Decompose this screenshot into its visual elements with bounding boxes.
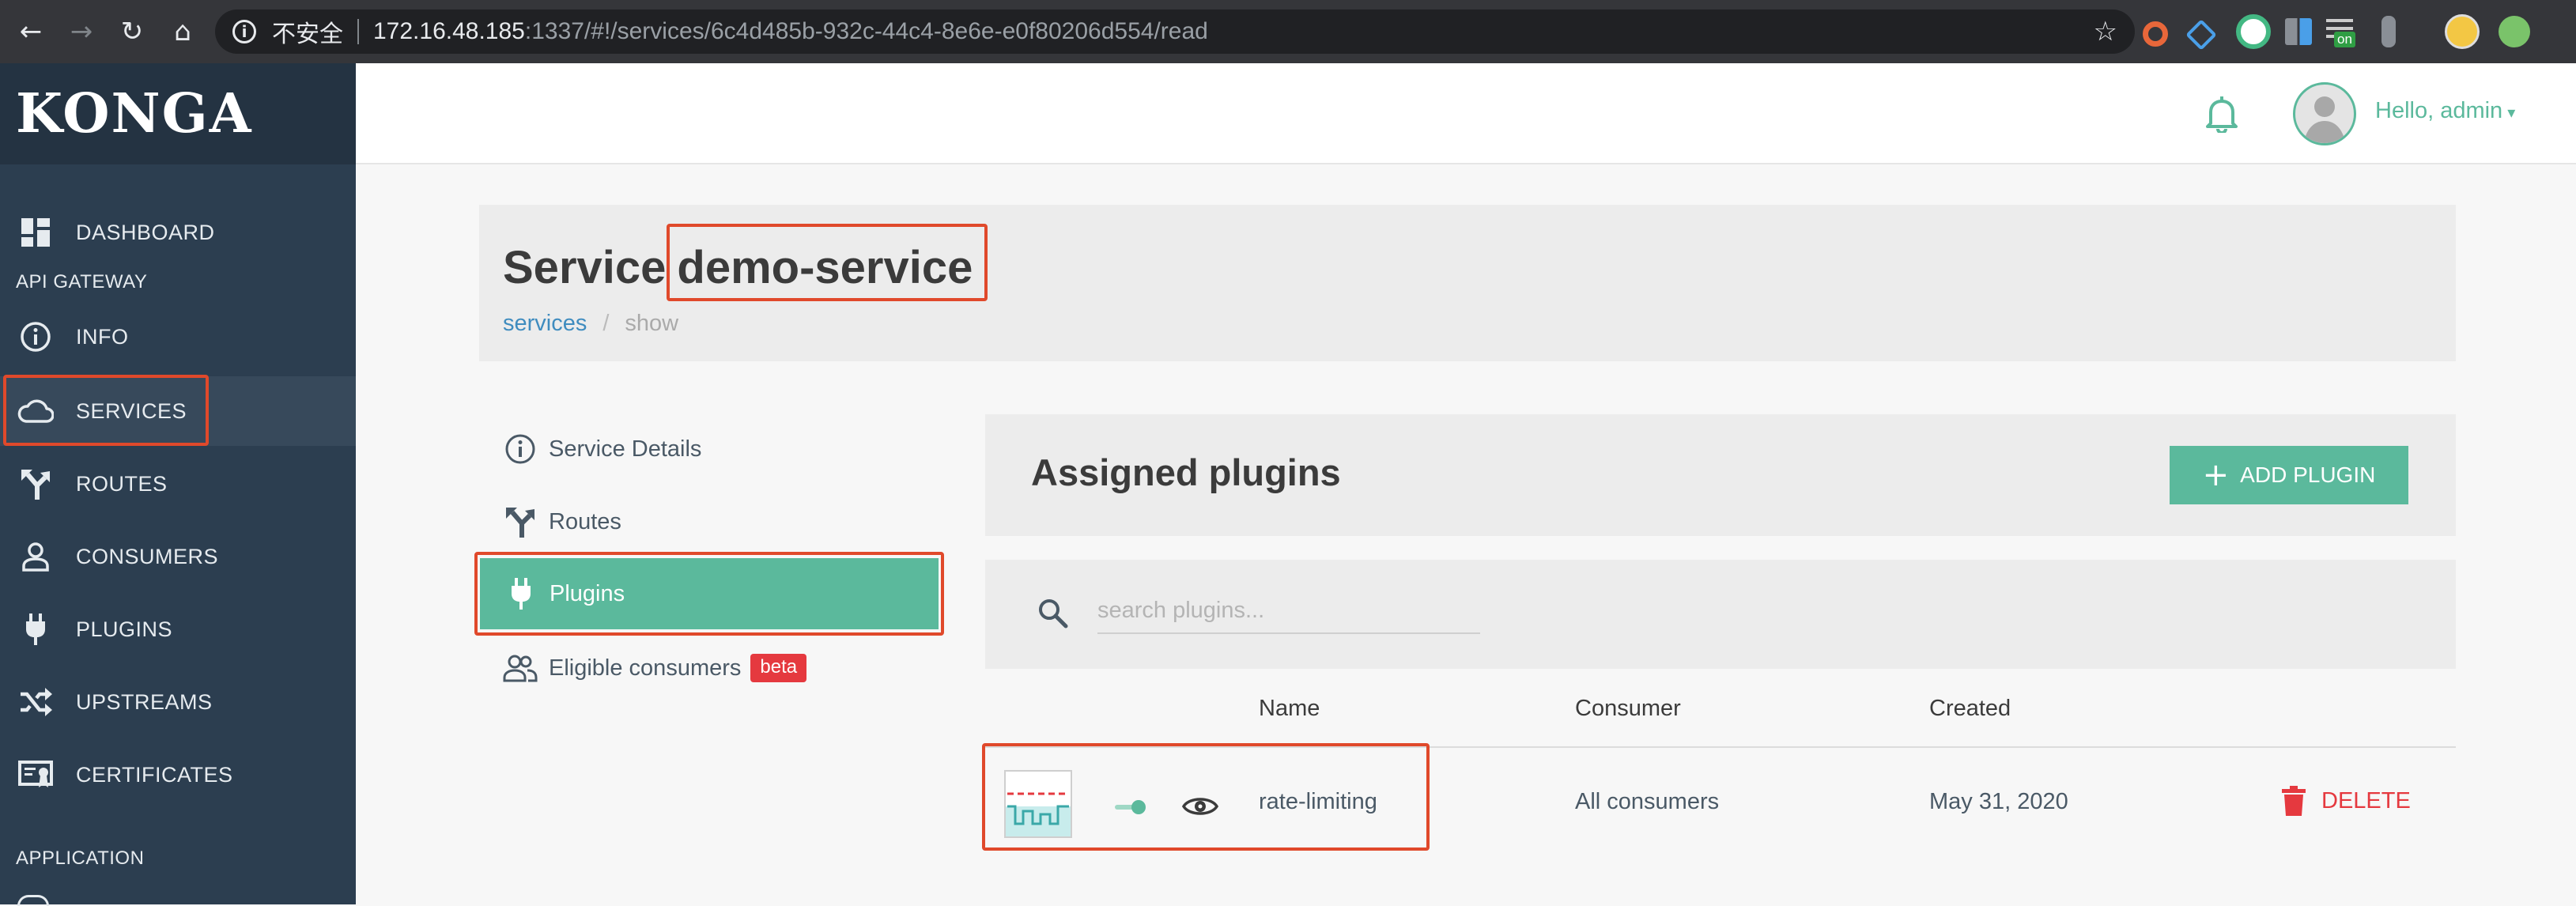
sidebar-item-label: UPSTREAMS — [76, 689, 213, 714]
section-api-gateway: API GATEWAY — [16, 271, 148, 293]
user-icon — [17, 542, 54, 572]
add-plugin-label: ADD PLUGIN — [2240, 462, 2376, 487]
delete-label: DELETE — [2321, 787, 2411, 814]
certificate-icon — [17, 761, 54, 789]
highlight-box-service-name — [667, 224, 988, 301]
home-icon[interactable]: ⌂ — [163, 12, 202, 51]
column-consumer[interactable]: Consumer — [1575, 696, 1681, 722]
sidebar-item-info[interactable]: INFO — [0, 302, 356, 372]
breadcrumb-services-link[interactable]: services — [503, 311, 587, 336]
plugin-created: May 31, 2020 — [1929, 789, 2068, 814]
extension-on-badge: on — [2334, 32, 2355, 47]
info-icon[interactable]: i — [232, 20, 256, 43]
assigned-plugins-title: Assigned plugins — [1031, 451, 1341, 493]
url-path: :1337/#!/services/6c4d485b-932c-44c4-8e6… — [524, 18, 1208, 44]
notification-bell-icon[interactable] — [2204, 95, 2239, 133]
sidebar-item-plugins[interactable]: PLUGINS — [0, 595, 356, 664]
url-divider — [357, 19, 359, 44]
subnav-eligible-consumers[interactable]: Eligible consumers beta — [503, 644, 807, 692]
back-icon[interactable]: ← — [11, 12, 51, 51]
info-circle-icon — [503, 433, 538, 465]
dashboard-icon — [17, 218, 54, 247]
brand-logo[interactable]: KONGA — [0, 63, 356, 164]
assigned-plugins-header: Assigned plugins + ADD PLUGIN — [985, 414, 2456, 536]
sidebar-item-consumers[interactable]: CONSUMERS — [0, 522, 356, 591]
avatar[interactable] — [2293, 82, 2356, 145]
sidebar-item-upstreams[interactable]: UPSTREAMS — [0, 667, 356, 737]
trash-icon — [2282, 786, 2306, 816]
highlight-box-plugins-tab — [474, 552, 944, 636]
extension-pen-icon[interactable] — [2381, 16, 2396, 47]
subnav-label: Service Details — [549, 436, 702, 462]
sidebar-item-label: CERTIFICATES — [76, 762, 233, 787]
column-name[interactable]: Name — [1259, 696, 1320, 722]
sidebar-item-dashboard[interactable]: DASHBOARD — [0, 198, 356, 267]
sidebar-item-label: ROUTES — [76, 471, 168, 496]
sidebar-item-label: PLUGINS — [76, 617, 173, 641]
update-icon[interactable] — [2499, 16, 2530, 47]
shuffle-icon — [17, 688, 54, 716]
user-menu[interactable]: Hello, admin ▾ — [2375, 98, 2515, 124]
search-plugins-input[interactable] — [1097, 588, 1480, 634]
subnav-label: Routes — [549, 508, 621, 534]
sidebar-item-label: INFO — [76, 324, 129, 349]
extension-toggle-icon[interactable]: on — [2326, 16, 2358, 47]
extension-ring-icon[interactable] — [2143, 21, 2168, 47]
add-plugin-button[interactable]: + ADD PLUGIN — [2170, 446, 2408, 504]
users-icon — [503, 654, 538, 682]
highlight-box-plugin-row — [982, 743, 1430, 851]
table-header: Name Consumer Created — [985, 669, 2456, 748]
caret-down-icon: ▾ — [2507, 104, 2516, 122]
highlight-box-services-menu — [3, 375, 209, 446]
browser-toolbar: ← → ↻ ⌂ i 不安全 172.16.48.185:1337/#!/serv… — [0, 0, 2576, 63]
reload-icon[interactable]: ↻ — [112, 12, 152, 51]
extension-grid-icon[interactable] — [2285, 18, 2312, 45]
extension-diamond-icon[interactable] — [2185, 19, 2217, 51]
subnav-routes[interactable]: Routes — [503, 498, 621, 545]
breadcrumb: services / show — [503, 311, 678, 337]
page-title-prefix: Service — [503, 242, 667, 293]
subnav-label: Eligible consumers — [549, 655, 742, 681]
beta-badge: beta — [750, 654, 807, 682]
breadcrumb-separator: / — [602, 311, 610, 336]
search-icon — [1039, 599, 1068, 629]
sidebar-item-label: DASHBOARD — [76, 220, 215, 244]
info-circle-icon — [17, 321, 54, 353]
plugin-consumer: All consumers — [1575, 789, 1720, 814]
sidebar: KONGA DASHBOARD API GATEWAY INFO SERVICE… — [0, 63, 356, 906]
sidebar-item-routes[interactable]: ROUTES — [0, 449, 356, 519]
routes-fork-icon — [503, 506, 538, 538]
delete-plugin-button[interactable]: DELETE — [2282, 786, 2411, 816]
extension-icons: on — [2143, 14, 2544, 51]
plus-icon: + — [2202, 457, 2230, 493]
url-host: 172.16.48.185 — [373, 18, 525, 44]
profile-emoji-icon[interactable] — [2445, 14, 2480, 49]
routes-fork-icon — [17, 468, 54, 500]
column-created[interactable]: Created — [1929, 696, 2011, 722]
address-bar[interactable]: i 不安全 172.16.48.185:1337/#!/services/6c4… — [215, 9, 2135, 54]
greeting-text: Hello, admin — [2375, 98, 2503, 123]
bookmark-star-icon[interactable]: ☆ — [2094, 16, 2117, 47]
subnav-service-details[interactable]: Service Details — [503, 425, 701, 473]
top-header: Hello, admin ▾ — [356, 63, 2576, 164]
extension-vue-icon[interactable] — [2236, 14, 2271, 49]
search-panel — [985, 560, 2456, 669]
sidebar-item-certificates[interactable]: CERTIFICATES — [0, 740, 356, 810]
forward-icon[interactable]: → — [62, 12, 101, 51]
section-application: APPLICATION — [16, 847, 145, 869]
sidebar-item-label: CONSUMERS — [76, 544, 219, 568]
plug-icon — [17, 613, 54, 645]
breadcrumb-current: show — [625, 311, 679, 336]
insecure-label: 不安全 — [272, 21, 343, 47]
